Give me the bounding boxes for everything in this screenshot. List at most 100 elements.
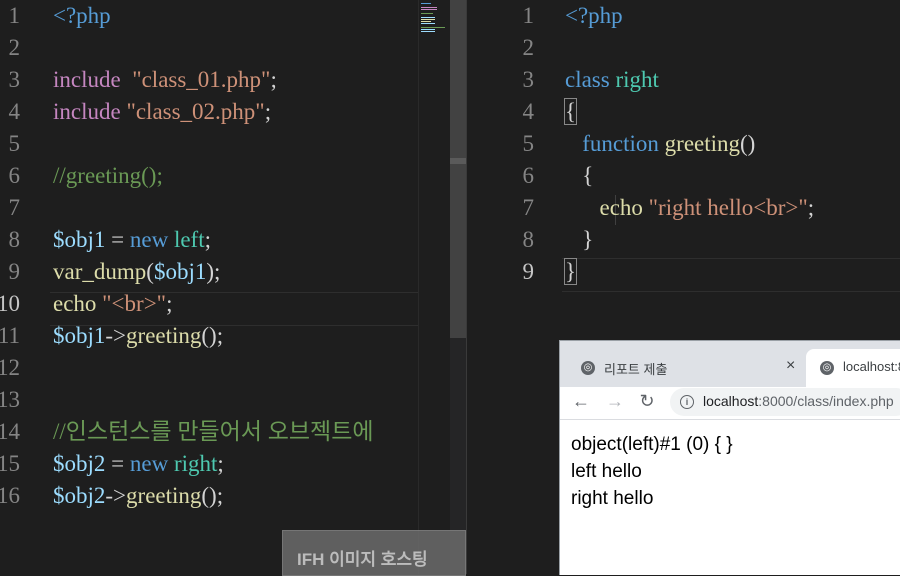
code-text[interactable]: <?php [53, 0, 111, 32]
code-text[interactable]: $obj2 = new right; [53, 448, 224, 480]
url-text: localhost:8000/class/index.php [703, 393, 894, 409]
code-token: //인스턴스를 만들어서 오브젝트에 [53, 419, 374, 444]
line-number: 13 [0, 387, 20, 412]
url-field[interactable]: i localhost:8000/class/index.php [670, 388, 900, 416]
line-number: 1 [8, 3, 21, 28]
code-token: ( [146, 259, 154, 284]
code-token: = [105, 451, 130, 476]
code-token: ; [166, 291, 173, 316]
output-line: object(left)#1 (0) { } [571, 434, 733, 455]
code-token: "right hello<br>" [648, 195, 808, 220]
code-text[interactable]: { [563, 96, 578, 128]
code-token: { [565, 163, 594, 188]
code-token: $obj2 [53, 451, 106, 476]
minimap[interactable] [418, 0, 451, 574]
code-text[interactable]: $obj1->greeting(); [53, 320, 223, 352]
code-token: = [105, 227, 130, 252]
code-token: include [53, 99, 121, 124]
code-token: ; [270, 67, 277, 92]
code-text[interactable]: $obj1 = new left; [53, 224, 211, 256]
code-token: (); [201, 483, 224, 508]
code-token: } [565, 227, 594, 252]
info-icon[interactable]: i [680, 395, 694, 409]
left-editor-pane[interactable]: 1 <?php 2 3 include "class_01.php"; 4 include … [0, 0, 466, 574]
line-number: 11 [0, 323, 20, 348]
reload-icon[interactable]: ↻ [636, 391, 658, 412]
code-text[interactable]: <?php [565, 0, 623, 32]
code-text[interactable]: //greeting(); [53, 160, 163, 192]
code-token: //greeting(); [53, 163, 163, 188]
code-text[interactable]: include "class_01.php"; [53, 64, 277, 96]
line-number: 1 [522, 3, 535, 28]
code-token: ; [204, 227, 211, 252]
code-token: { [563, 98, 578, 125]
globe-icon: ◎ [581, 361, 595, 375]
line-number: 7 [8, 195, 21, 220]
code-text[interactable]: $obj2->greeting(); [53, 480, 223, 512]
line-number: 5 [522, 131, 535, 156]
line-number: 16 [0, 483, 20, 508]
line-number: 12 [0, 355, 20, 380]
line-number: 8 [522, 227, 535, 252]
code-token: var_dump [53, 259, 147, 284]
line-number: 15 [0, 451, 20, 476]
code-token: () [740, 131, 756, 156]
address-bar: ← → ↻ i localhost:8000/class/index.php [560, 387, 900, 420]
url-path: :8000/class/index.php [758, 393, 894, 409]
code-token: echo [599, 195, 643, 220]
line-number: 2 [522, 35, 535, 60]
code-text[interactable]: function greeting() [565, 128, 755, 160]
close-icon[interactable]: × [786, 357, 795, 375]
code-token: greeting [664, 131, 741, 156]
tab-title: 리포트 제출 [604, 362, 668, 377]
code-token: -> [105, 483, 127, 508]
code-text[interactable]: echo "<br>"; [53, 288, 172, 320]
globe-icon: ◎ [820, 361, 834, 375]
code-text[interactable]: } [563, 256, 578, 288]
line-number: 4 [522, 99, 535, 124]
scrollbar-thumb[interactable] [450, 0, 466, 338]
output-line: right hello [571, 488, 654, 509]
watermark-text: IFH 이미지 호스팅 [297, 550, 428, 569]
code-token: "<br>" [102, 291, 167, 316]
code-token: new [129, 227, 169, 252]
code-text[interactable]: } [565, 224, 593, 256]
code-token: } [563, 258, 578, 285]
line-number: 8 [8, 227, 21, 252]
tab-localhost[interactable]: ◎ localhost:8 [806, 349, 900, 387]
back-icon[interactable]: ← [570, 391, 592, 412]
code-token: ; [264, 99, 272, 124]
code-token: right [173, 451, 218, 476]
code-token: greeting [126, 483, 202, 508]
page-content: object(left)#1 (0) { } left hello right he… [571, 431, 733, 512]
code-token: $obj1 [53, 227, 106, 252]
code-token: right [615, 67, 659, 92]
code-token: "class_01.php" [132, 67, 271, 92]
browser-window[interactable]: ◎ 리포트 제출 × ◎ localhost:8 ← → ↻ i localho… [559, 340, 900, 575]
code-token: ); [206, 259, 221, 284]
code-text[interactable]: { [565, 160, 593, 192]
tab-report-submit[interactable]: ◎ 리포트 제출 × [560, 349, 806, 387]
line-number: 7 [522, 195, 535, 220]
code-text[interactable]: //인스턴스를 만들어서 오브젝트에 [53, 416, 374, 448]
forward-icon[interactable]: → [604, 391, 626, 412]
code-token: ; [217, 451, 224, 476]
code-token: function [582, 131, 659, 156]
line-number: 6 [8, 163, 21, 188]
line-number: 3 [8, 67, 21, 92]
code-token: new [129, 451, 169, 476]
tab-strip: ◎ 리포트 제출 × ◎ localhost:8 [560, 341, 900, 387]
line-number: 5 [8, 131, 21, 156]
code-token: left [173, 227, 205, 252]
scrollbar-marker [450, 158, 466, 164]
code-token: <?php [53, 3, 111, 28]
line-number: 2 [8, 35, 21, 60]
code-text[interactable]: echo "right hello<br>"; [565, 192, 815, 224]
code-token: $obj1 [153, 259, 207, 284]
code-text[interactable]: var_dump($obj1); [53, 256, 220, 288]
code-text[interactable]: class right [565, 64, 659, 96]
code-text[interactable]: include "class_02.php"; [53, 96, 271, 128]
code-token: include [53, 67, 121, 92]
